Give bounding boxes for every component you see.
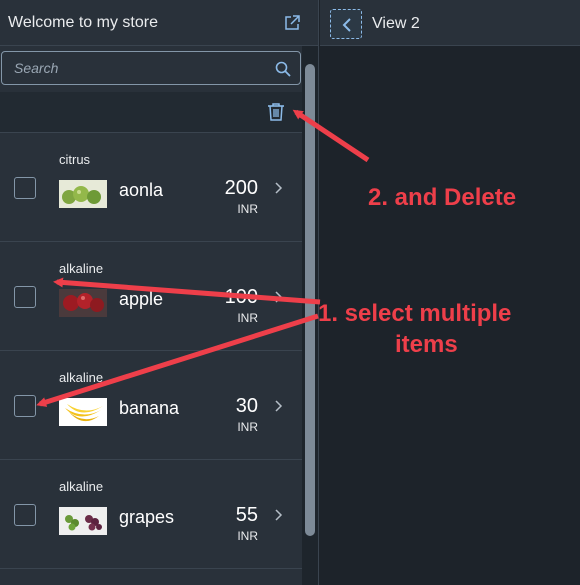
list-scrollbar[interactable]: [302, 46, 318, 585]
back-button[interactable]: [330, 9, 362, 39]
chevron-left-icon: [342, 18, 351, 32]
app-root: Welcome to my store Search citrus aonla …: [0, 0, 580, 585]
master-header: Welcome to my store: [0, 0, 318, 46]
chevron-right-icon: [274, 508, 284, 522]
annotation-step2: 2. and Delete: [368, 184, 517, 211]
item-currency: INR: [237, 420, 258, 434]
item-name: apple: [119, 289, 164, 309]
item-group-label: citrus: [59, 152, 91, 167]
chevron-right-icon: [274, 399, 284, 413]
item-name: banana: [119, 398, 180, 418]
item-currency: INR: [237, 202, 258, 216]
search-field: [1, 51, 301, 85]
item-currency: INR: [237, 311, 258, 325]
list-item[interactable]: alkaline banana 30 INR: [0, 351, 302, 460]
item-image: [59, 398, 107, 426]
item-group-label: alkaline: [59, 479, 104, 494]
detail-panel: View 2: [320, 0, 580, 585]
item-group-label: alkaline: [59, 261, 104, 276]
item-image: [59, 289, 107, 317]
list-item[interactable]: alkaline grapes 55 INR: [0, 460, 302, 569]
detail-title: View 2: [372, 15, 420, 32]
item-name: aonla: [119, 180, 164, 200]
item-price: 200: [224, 177, 258, 199]
item-list: citrus aonla 200 INR alkaline apple 100 …: [0, 133, 302, 585]
item-group-label: alkaline: [59, 370, 104, 385]
search-input[interactable]: [2, 52, 267, 84]
item-checkbox[interactable]: [14, 395, 36, 417]
chevron-right-icon: [274, 181, 284, 195]
page-title: Welcome to my store: [8, 14, 158, 31]
annotation-step1-cont: items: [395, 331, 458, 358]
item-price: 55: [235, 504, 258, 526]
item-price: 100: [224, 286, 258, 308]
item-currency: INR: [237, 529, 258, 543]
master-panel: Welcome to my store Search citrus aonla …: [0, 0, 319, 585]
item-price: 30: [235, 395, 258, 417]
chevron-right-icon: [274, 290, 284, 304]
list-item[interactable]: citrus aonla 200 INR: [0, 133, 302, 242]
share-icon[interactable]: [283, 14, 301, 32]
item-checkbox[interactable]: [14, 286, 36, 308]
item-checkbox[interactable]: [14, 504, 36, 526]
scrollbar-thumb[interactable]: [305, 64, 315, 536]
annotation-step1: 1. select multiple: [318, 300, 512, 327]
detail-header: View 2: [320, 0, 580, 46]
search-icon[interactable]: [275, 61, 291, 77]
list-item[interactable]: alkaline apple 100 INR: [0, 242, 302, 351]
item-image: [59, 507, 107, 535]
item-name: grapes: [119, 507, 175, 527]
item-image: [59, 180, 107, 208]
list-toolbar: [0, 92, 302, 133]
item-checkbox[interactable]: [14, 177, 36, 199]
delete-icon[interactable]: [267, 102, 285, 122]
